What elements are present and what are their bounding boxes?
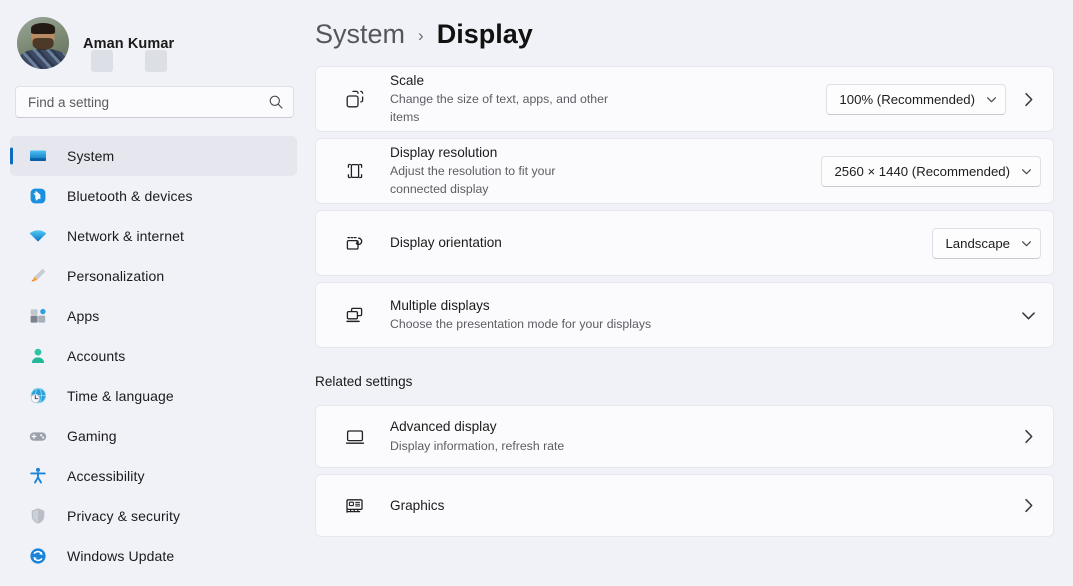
sidebar: Aman Kumar [0,0,311,586]
settings-window: Aman Kumar [0,0,1073,586]
setting-row-display-resolution[interactable]: Display resolution Adjust the resolution… [315,138,1054,204]
chevron-right-icon[interactable] [1020,428,1037,445]
setting-text: Scale Change the size of text, apps, and… [390,71,608,127]
paintbrush-icon [28,266,48,286]
sidebar-nav: System Bluetooth & devices Network & in [0,136,311,576]
profile-placeholder-block-2 [145,50,167,72]
display-resolution-dropdown[interactable]: 2560 × 1440 (Recommended) [821,156,1041,187]
display-resolution-dropdown-value: 2560 × 1440 (Recommended) [834,164,1010,179]
setting-title: Display resolution [390,143,606,162]
profile-placeholder-block-1 [91,50,113,72]
sidebar-item-label: Windows Update [67,548,174,564]
setting-title: Advanced display [390,417,698,436]
setting-text: Advanced display Display information, re… [390,417,698,455]
setting-row-advanced-display[interactable]: Advanced display Display information, re… [315,405,1054,468]
orientation-icon [344,232,366,254]
multiple-displays-icon [344,304,366,326]
resolution-icon [344,160,366,182]
scale-dropdown-value: 100% (Recommended) [839,92,975,107]
avatar[interactable] [17,17,69,69]
setting-title: Display orientation [390,233,661,252]
sidebar-item-label: Time & language [67,388,174,404]
display-orientation-dropdown[interactable]: Landscape [932,228,1041,259]
chevron-down-icon [1020,165,1033,178]
sidebar-item-label: System [67,148,114,164]
setting-title: Scale [390,71,608,90]
sidebar-item-label: Network & internet [67,228,184,244]
advanced-display-icon [344,426,366,448]
sidebar-item-network-internet[interactable]: Network & internet [10,216,297,256]
sidebar-item-privacy-security[interactable]: Privacy & security [10,496,297,536]
sidebar-item-label: Privacy & security [67,508,180,524]
setting-row-graphics[interactable]: Graphics [315,474,1054,537]
sidebar-item-personalization[interactable]: Personalization [10,256,297,296]
shield-icon [28,506,48,526]
setting-text: Display orientation [390,233,661,252]
gamepad-icon [28,426,48,446]
profile-section[interactable]: Aman Kumar [0,0,311,70]
sidebar-item-gaming[interactable]: Gaming [10,416,297,456]
breadcrumb-root[interactable]: System [315,19,405,50]
breadcrumb: System › Display [315,0,1073,50]
monitor-icon [28,146,48,166]
sidebar-item-label: Accounts [67,348,125,364]
search-container [0,70,311,118]
sidebar-item-system[interactable]: System [10,136,297,176]
clock-globe-icon [28,386,48,406]
sidebar-item-label: Personalization [67,268,164,284]
sidebar-item-label: Bluetooth & devices [67,188,193,204]
display-settings-list: Scale Change the size of text, apps, and… [311,66,1073,348]
search-input[interactable] [28,95,268,110]
apps-icon [28,306,48,326]
update-icon [28,546,48,566]
chevron-down-icon [985,93,998,106]
setting-row-display-orientation[interactable]: Display orientation Landscape [315,210,1054,276]
setting-text: Graphics [390,496,698,515]
setting-subtitle: Change the size of text, apps, and other… [390,91,608,127]
setting-title: Graphics [390,496,698,515]
setting-text: Display resolution Adjust the resolution… [390,143,606,199]
graphics-card-icon [344,495,366,517]
setting-row-scale[interactable]: Scale Change the size of text, apps, and… [315,66,1054,132]
bluetooth-icon [28,186,48,206]
setting-title: Multiple displays [390,296,698,315]
sidebar-item-accessibility[interactable]: Accessibility [10,456,297,496]
setting-subtitle: Choose the presentation mode for your di… [390,316,698,334]
profile-text: Aman Kumar [83,17,311,69]
scale-dropdown[interactable]: 100% (Recommended) [826,84,1006,115]
sidebar-item-label: Accessibility [67,468,145,484]
setting-subtitle: Adjust the resolution to fit your connec… [390,163,606,199]
sidebar-item-label: Gaming [67,428,117,444]
sidebar-item-time-language[interactable]: Time & language [10,376,297,416]
sidebar-item-apps[interactable]: Apps [10,296,297,336]
main-content: System › Display Scale Change the size o… [311,0,1073,586]
setting-subtitle: Display information, refresh rate [390,438,698,456]
display-orientation-dropdown-value: Landscape [945,236,1010,251]
sidebar-item-windows-update[interactable]: Windows Update [10,536,297,576]
search-box[interactable] [15,86,294,118]
page-title: Display [437,19,533,50]
setting-row-multiple-displays[interactable]: Multiple displays Choose the presentatio… [315,282,1054,348]
chevron-down-icon [1020,237,1033,250]
chevron-down-icon[interactable] [1020,307,1037,324]
setting-text: Multiple displays Choose the presentatio… [390,296,698,334]
sidebar-item-accounts[interactable]: Accounts [10,336,297,376]
related-settings-list: Advanced display Display information, re… [311,405,1073,537]
accessibility-icon [28,466,48,486]
scale-icon [344,88,366,110]
related-settings-heading: Related settings [311,374,1073,389]
wifi-icon [28,226,48,246]
chevron-right-icon[interactable] [1020,91,1037,108]
search-icon [268,94,284,110]
chevron-right-icon[interactable] [1020,497,1037,514]
sidebar-item-label: Apps [67,308,99,324]
breadcrumb-separator-icon: › [418,26,424,46]
sidebar-item-bluetooth-devices[interactable]: Bluetooth & devices [10,176,297,216]
person-icon [28,346,48,366]
